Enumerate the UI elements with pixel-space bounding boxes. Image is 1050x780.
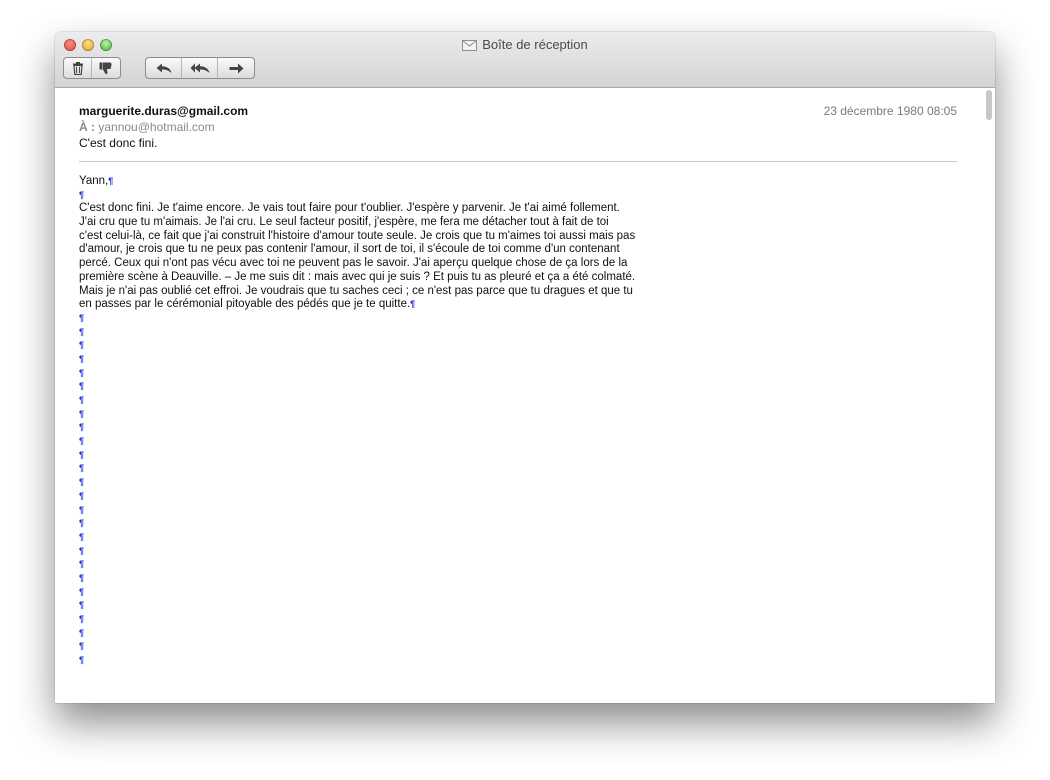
empty-paragraph: ¶ (79, 367, 659, 381)
paragraph-mark: ¶ (79, 189, 85, 200)
recipient-label: À : (79, 120, 95, 134)
paragraph-mark: ¶ (79, 572, 85, 583)
paragraph-mark: ¶ (108, 176, 114, 186)
empty-paragraph: ¶ (79, 627, 659, 641)
paragraph-mark: ¶ (79, 326, 85, 337)
reply-button[interactable] (146, 58, 182, 78)
window-title-text: Boîte de réception (482, 37, 588, 52)
empty-paragraph: ¶ (79, 490, 659, 504)
empty-paragraph: ¶ (79, 504, 659, 518)
paragraph-mark: ¶ (79, 614, 85, 624)
empty-paragraph: ¶ (79, 558, 659, 572)
body-line-last: en passes par le cérémonial pitoyable de… (79, 298, 659, 312)
empty-paragraph: ¶ (79, 517, 659, 531)
message-date: 23 décembre 1980 08:05 (823, 104, 957, 118)
paragraph-mark: ¶ (79, 477, 85, 488)
trash-icon (72, 61, 84, 75)
forward-button[interactable] (218, 58, 254, 78)
delete-junk-group (63, 57, 121, 79)
paragraph-mark: ¶ (79, 531, 85, 542)
titlebar: Boîte de réception (55, 32, 995, 88)
empty-paragraph: ¶ (79, 353, 659, 367)
paragraph-mark: ¶ (79, 353, 85, 364)
empty-paragraph: ¶ (79, 312, 659, 326)
empty-paragraph: ¶ (79, 449, 659, 463)
vertical-scrollbar[interactable] (986, 90, 992, 120)
paragraph-mark: ¶ (79, 490, 85, 501)
body-line: C'est donc fini. Je t'aime encore. Je va… (79, 202, 620, 215)
header-divider (79, 161, 957, 162)
paragraph-mark: ¶ (79, 312, 85, 323)
empty-paragraph: ¶ (79, 435, 659, 449)
paragraph-mark: ¶ (79, 641, 85, 652)
empty-paragraph: ¶ (79, 640, 659, 654)
body-line: c'est celui-là, ce fait que j'ai constru… (79, 229, 636, 242)
empty-paragraph: ¶ (79, 408, 659, 422)
recipient-address: yannou@hotmail.com (98, 120, 215, 134)
paragraph-mark: ¶ (79, 600, 85, 611)
paragraph-mark: ¶ (79, 518, 85, 529)
paragraph-mark: ¶ (79, 504, 85, 515)
paragraph-mark: ¶ (79, 586, 85, 597)
recipient-line: À : yannou@hotmail.com (79, 120, 957, 134)
envelope-icon (462, 39, 478, 54)
junk-button[interactable] (92, 58, 120, 78)
empty-paragraphs: ¶ ¶ ¶ ¶ ¶ ¶ ¶ ¶ ¶ ¶ ¶ ¶ ¶ ¶ ¶ ¶ ¶ ¶ ¶ ¶ ¶ ¶ ¶ ¶ ¶ ¶ (79, 312, 659, 668)
paragraph-mark: ¶ (79, 545, 85, 556)
paragraph-mark: ¶ (79, 381, 85, 392)
body-line: d'amour, je crois que tu ne peux pas con… (79, 243, 620, 256)
empty-paragraph: ¶ (79, 613, 659, 627)
paragraph-mark: ¶ (79, 408, 85, 419)
empty-paragraph: ¶ (79, 531, 659, 545)
reply-all-arrow-icon (190, 63, 210, 74)
paragraph-mark: ¶ (79, 559, 85, 570)
reply-arrow-icon (156, 63, 172, 74)
empty-paragraph: ¶ (79, 326, 659, 340)
paragraph-mark: ¶ (79, 463, 85, 474)
paragraph-mark: ¶ (79, 449, 85, 460)
empty-paragraph: ¶ (79, 586, 659, 600)
reply-group (145, 57, 255, 79)
body-line: J'ai cru que tu m'aimais. Je l'ai cru. L… (79, 216, 609, 229)
empty-paragraph: ¶ (79, 599, 659, 613)
window-title: Boîte de réception (55, 37, 995, 54)
empty-paragraph: ¶ (79, 421, 659, 435)
empty-paragraph: ¶ (79, 476, 659, 490)
body-line: en passes par le cérémonial pitoyable de… (79, 298, 411, 311)
message-subject: C'est donc fini. (79, 136, 158, 150)
empty-paragraph: ¶ (79, 654, 659, 668)
message-view: marguerite.duras@gmail.com 23 décembre 1… (79, 104, 957, 668)
empty-paragraph: ¶ (79, 394, 659, 408)
paragraph-mark: ¶ (79, 367, 85, 378)
body-paragraph: C'est donc fini. Je t'aime encore. Je va… (79, 202, 659, 312)
mail-window: Boîte de réception marguerite.duras@gmai… (55, 32, 995, 703)
thumbs-down-icon (99, 62, 113, 75)
message-body[interactable]: Yann,¶ ¶ C'est donc fini. Je t'aime enco… (79, 175, 659, 668)
empty-paragraph: ¶ (79, 189, 659, 203)
paragraph-mark: ¶ (79, 436, 85, 447)
paragraph-mark: ¶ (79, 627, 85, 638)
paragraph-mark: ¶ (79, 422, 85, 433)
empty-paragraph: ¶ (79, 572, 659, 586)
forward-arrow-icon (229, 63, 244, 74)
empty-paragraph: ¶ (79, 545, 659, 559)
paragraph-mark: ¶ (410, 299, 416, 310)
paragraph-mark: ¶ (79, 655, 85, 666)
empty-paragraph: ¶ (79, 462, 659, 476)
body-line: première scène à Deauville. – Je me suis… (79, 270, 636, 283)
body-line: percé. Ceux qui n'ont pas vécu avec toi … (79, 257, 628, 270)
reply-all-button[interactable] (182, 58, 218, 78)
greeting: Yann, (79, 175, 109, 187)
paragraph-mark: ¶ (79, 340, 85, 351)
greeting-line: Yann,¶ (79, 175, 659, 189)
body-line: Mais je n'ai pas oublié cet effroi. Je v… (79, 284, 633, 297)
paragraph-mark: ¶ (79, 395, 85, 405)
empty-paragraph: ¶ (79, 339, 659, 353)
delete-button[interactable] (64, 58, 92, 78)
empty-paragraph: ¶ (79, 380, 659, 394)
